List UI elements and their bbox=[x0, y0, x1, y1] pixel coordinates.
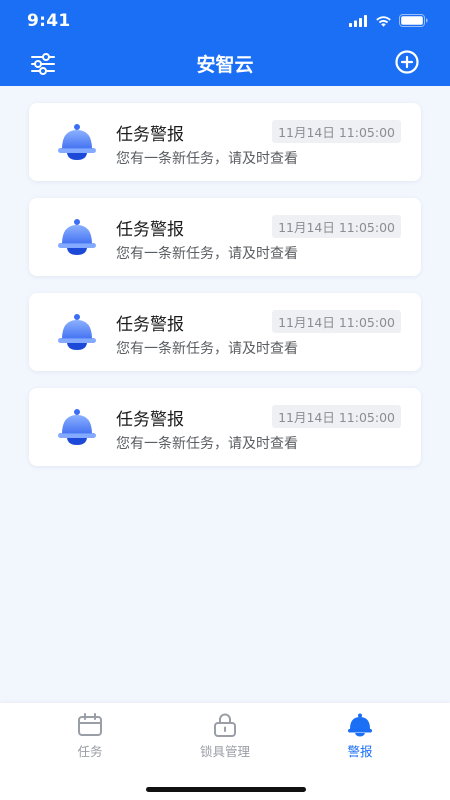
nav-bar: 安智云 bbox=[0, 44, 450, 86]
cellular-signal-icon bbox=[349, 14, 367, 27]
calendar-icon bbox=[78, 713, 102, 736]
notification-card[interactable]: 任务警报 11月14日 11:05:00 您有一条新任务，请及时查看 bbox=[29, 293, 421, 371]
status-bar: 9:41 bbox=[0, 0, 450, 44]
notification-time: 11月14日 11:05:00 bbox=[272, 120, 401, 143]
app-header: 9:41 安智云 bbox=[0, 0, 450, 86]
tab-label: 任务 bbox=[77, 744, 103, 759]
notification-desc: 您有一条新任务，请及时查看 bbox=[116, 246, 298, 262]
notification-list: 任务警报 11月14日 11:05:00 您有一条新任务，请及时查看 任务警报 … bbox=[29, 103, 421, 483]
add-circle-icon[interactable] bbox=[394, 49, 420, 75]
battery-icon bbox=[399, 14, 428, 27]
notification-time: 11月14日 11:05:00 bbox=[272, 405, 401, 428]
notification-title: 任务警报 bbox=[116, 125, 184, 145]
alarm-bell-icon bbox=[58, 409, 96, 445]
notification-card[interactable]: 任务警报 11月14日 11:05:00 您有一条新任务，请及时查看 bbox=[29, 103, 421, 181]
notification-title: 任务警报 bbox=[116, 315, 184, 335]
page-title: 安智云 bbox=[196, 54, 254, 76]
notification-title: 任务警报 bbox=[116, 410, 184, 430]
home-indicator bbox=[146, 787, 306, 792]
lock-icon bbox=[214, 713, 236, 737]
alarm-bell-icon bbox=[58, 219, 96, 255]
notification-desc: 您有一条新任务，请及时查看 bbox=[116, 341, 298, 357]
notification-time: 11月14日 11:05:00 bbox=[272, 310, 401, 333]
bottom-tab-bar: 任务 锁具管理 警报 bbox=[0, 703, 450, 800]
tab-tasks[interactable]: 任务 bbox=[30, 713, 150, 763]
notification-card[interactable]: 任务警报 11月14日 11:05:00 您有一条新任务，请及时查看 bbox=[29, 198, 421, 276]
tab-label: 锁具管理 bbox=[199, 744, 250, 759]
tab-alerts[interactable]: 警报 bbox=[300, 713, 420, 763]
wifi-icon bbox=[376, 15, 391, 27]
alarm-bell-icon bbox=[58, 124, 96, 160]
tab-lock-management[interactable]: 锁具管理 bbox=[165, 713, 285, 763]
notification-desc: 您有一条新任务，请及时查看 bbox=[116, 436, 298, 452]
status-time: 9:41 bbox=[27, 11, 71, 31]
notification-time: 11月14日 11:05:00 bbox=[272, 215, 401, 238]
bell-icon bbox=[348, 713, 372, 737]
notification-title: 任务警报 bbox=[116, 220, 184, 240]
alarm-bell-icon bbox=[58, 314, 96, 350]
tab-label: 警报 bbox=[347, 744, 373, 759]
notification-desc: 您有一条新任务，请及时查看 bbox=[116, 151, 298, 167]
status-icons bbox=[349, 14, 428, 27]
notification-card[interactable]: 任务警报 11月14日 11:05:00 您有一条新任务，请及时查看 bbox=[29, 388, 421, 466]
